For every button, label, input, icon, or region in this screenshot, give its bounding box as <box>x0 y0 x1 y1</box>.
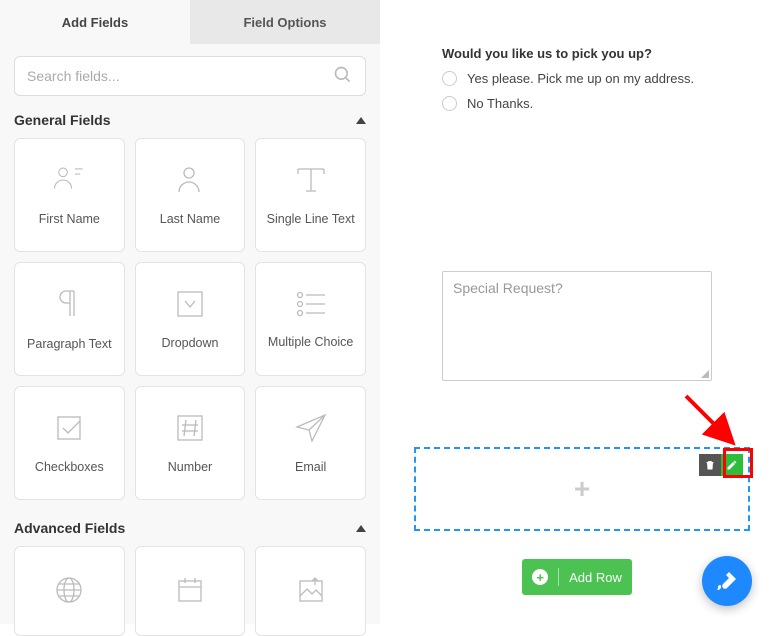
dropdown-icon <box>175 289 205 322</box>
field-date[interactable] <box>135 546 246 636</box>
form-preview: Would you like us to pick you up? Yes pl… <box>380 0 770 624</box>
section-title: General Fields <box>14 112 110 128</box>
pencil-icon <box>726 459 738 471</box>
field-label: Multiple Choice <box>268 335 353 349</box>
textarea-placeholder: Special Request? <box>453 280 563 296</box>
field-label: Checkboxes <box>35 460 104 474</box>
textarea-special-request[interactable]: Special Request? <box>442 271 712 381</box>
sidebar-tabs: Add Fields Field Options <box>0 0 380 44</box>
tab-field-options[interactable]: Field Options <box>190 0 380 44</box>
search-input[interactable] <box>27 68 333 84</box>
person-icon <box>52 165 86 198</box>
calendar-icon <box>175 575 205 608</box>
collapse-icon <box>356 117 366 124</box>
field-label: Number <box>168 460 212 474</box>
text-icon <box>294 165 328 198</box>
add-row-label: Add Row <box>569 570 622 585</box>
search-icon <box>333 65 353 88</box>
resize-grip-icon[interactable] <box>701 370 709 378</box>
tab-add-fields[interactable]: Add Fields <box>0 0 190 44</box>
radio-list-icon <box>295 290 327 321</box>
general-fields-grid: First Name Last Name Single Line Text Pa… <box>0 138 380 514</box>
field-image[interactable] <box>255 546 366 636</box>
radio-icon <box>442 96 457 111</box>
person-icon <box>176 165 204 198</box>
customize-fab[interactable] <box>702 556 752 606</box>
add-row-button[interactable]: + Add Row <box>522 559 632 595</box>
fields-sidebar: Add Fields Field Options General Fields … <box>0 0 380 624</box>
radio-icon <box>442 71 457 86</box>
field-dropdown[interactable]: Dropdown <box>135 262 246 376</box>
globe-icon <box>54 575 84 608</box>
trash-icon <box>704 459 716 471</box>
field-website[interactable] <box>14 546 125 636</box>
send-icon <box>295 413 327 446</box>
field-label: Dropdown <box>162 336 219 350</box>
plus-circle-icon: + <box>532 569 548 585</box>
advanced-fields-grid <box>0 546 380 636</box>
field-label: Last Name <box>160 212 220 226</box>
radio-option-2[interactable]: No Thanks. <box>442 96 740 111</box>
drop-row[interactable]: + <box>414 447 750 531</box>
field-label: Email <box>295 460 326 474</box>
section-general-fields[interactable]: General Fields <box>0 106 380 138</box>
radio-option-1[interactable]: Yes please. Pick me up on my address. <box>442 71 740 86</box>
divider <box>558 568 559 586</box>
field-number[interactable]: Number <box>135 386 246 500</box>
plus-icon: + <box>574 473 590 505</box>
field-label: First Name <box>39 212 100 226</box>
field-label: Paragraph Text <box>27 337 112 351</box>
field-email[interactable]: Email <box>255 386 366 500</box>
row-actions <box>699 454 743 476</box>
field-label: Single Line Text <box>267 212 355 226</box>
paragraph-icon <box>56 288 82 323</box>
edit-row-button[interactable] <box>721 454 743 476</box>
radio-label: No Thanks. <box>467 96 533 111</box>
field-last-name[interactable]: Last Name <box>135 138 246 252</box>
radio-label: Yes please. Pick me up on my address. <box>467 71 694 86</box>
hash-icon <box>175 413 205 446</box>
collapse-icon <box>356 525 366 532</box>
field-paragraph-text[interactable]: Paragraph Text <box>14 262 125 376</box>
section-advanced-fields[interactable]: Advanced Fields <box>0 514 380 546</box>
checkbox-icon <box>54 413 84 446</box>
delete-row-button[interactable] <box>699 454 721 476</box>
radio-question-label: Would you like us to pick you up? <box>442 46 740 61</box>
field-single-line-text[interactable]: Single Line Text <box>255 138 366 252</box>
field-checkboxes[interactable]: Checkboxes <box>14 386 125 500</box>
field-first-name[interactable]: First Name <box>14 138 125 252</box>
section-title: Advanced Fields <box>14 520 125 536</box>
brush-icon <box>715 569 739 593</box>
field-multiple-choice[interactable]: Multiple Choice <box>255 262 366 376</box>
image-upload-icon <box>296 575 326 608</box>
search-input-wrap[interactable] <box>14 56 366 96</box>
